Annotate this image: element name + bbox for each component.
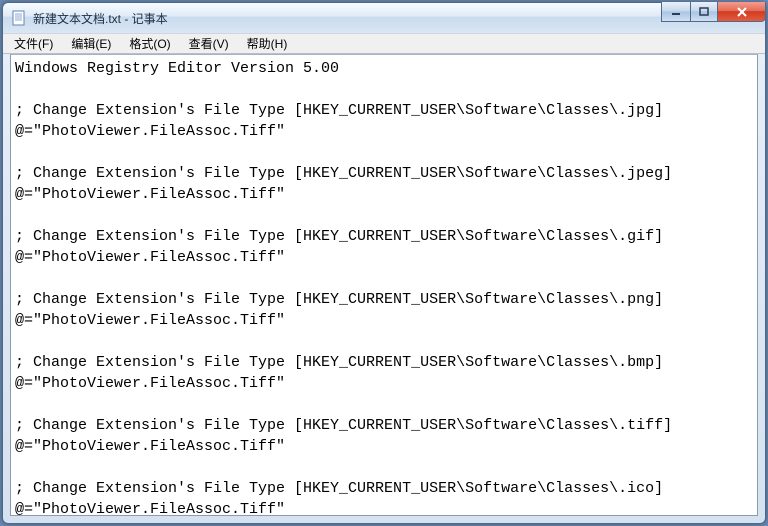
menu-edit[interactable]: 编辑(E) xyxy=(62,34,120,53)
window-title: 新建文本文档.txt - 记事本 xyxy=(33,10,168,27)
menu-help[interactable]: 帮助(H) xyxy=(238,34,297,53)
client-area: Windows Registry Editor Version 5.00 ; C… xyxy=(10,54,758,516)
window-controls xyxy=(661,2,766,22)
text-area-wrap: Windows Registry Editor Version 5.00 ; C… xyxy=(11,55,757,515)
text-area[interactable]: Windows Registry Editor Version 5.00 ; C… xyxy=(11,55,757,515)
minimize-button[interactable] xyxy=(661,2,691,22)
menubar: 文件(F) 编辑(E) 格式(O) 查看(V) 帮助(H) xyxy=(3,33,765,54)
notepad-icon xyxy=(11,10,27,26)
close-button[interactable] xyxy=(718,2,766,22)
menu-file[interactable]: 文件(F) xyxy=(5,34,62,53)
titlebar[interactable]: 新建文本文档.txt - 记事本 xyxy=(3,3,765,33)
menu-view[interactable]: 查看(V) xyxy=(180,34,238,53)
maximize-button[interactable] xyxy=(691,2,718,22)
notepad-window: 新建文本文档.txt - 记事本 文件(F) 编辑(E) 格式(O) 查看(V)… xyxy=(2,2,766,524)
menu-format[interactable]: 格式(O) xyxy=(120,34,179,53)
